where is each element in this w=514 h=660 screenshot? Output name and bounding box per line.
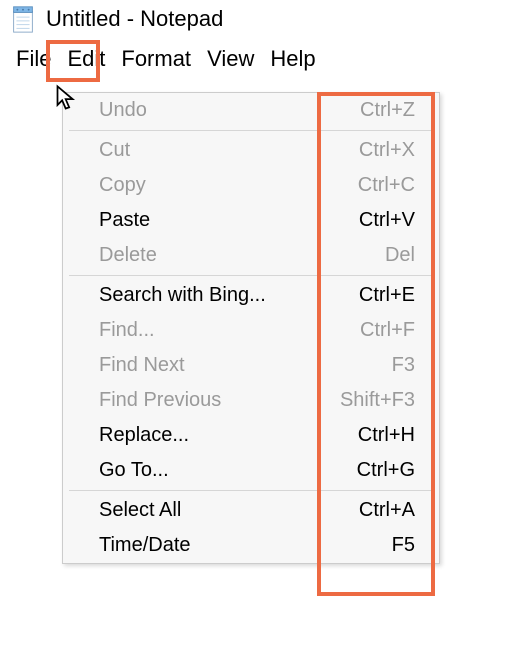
notepad-icon: [8, 4, 38, 34]
menu-delete[interactable]: Delete Del: [63, 238, 439, 273]
menu-item-label: Time/Date: [99, 534, 191, 557]
separator: [69, 130, 433, 131]
menu-find-next[interactable]: Find Next F3: [63, 348, 439, 383]
menu-item-shortcut: F5: [392, 534, 421, 557]
menu-find-previous[interactable]: Find Previous Shift+F3: [63, 383, 439, 418]
menu-bar: File Edit Format View Help: [0, 38, 514, 80]
menu-file[interactable]: File: [8, 42, 59, 76]
menu-undo[interactable]: Undo Ctrl+Z: [63, 93, 439, 128]
separator: [69, 275, 433, 276]
menu-item-label: Find Next: [99, 354, 185, 377]
menu-item-shortcut: Ctrl+X: [359, 139, 421, 162]
menu-item-label: Find Previous: [99, 389, 221, 412]
menu-item-shortcut: Ctrl+H: [358, 424, 421, 447]
menu-item-label: Search with Bing...: [99, 284, 266, 307]
menu-item-label: Undo: [99, 99, 147, 122]
menu-item-label: Go To...: [99, 459, 169, 482]
menu-cut[interactable]: Cut Ctrl+X: [63, 133, 439, 168]
menu-item-shortcut: Ctrl+Z: [360, 99, 421, 122]
menu-item-shortcut: Ctrl+G: [357, 459, 421, 482]
title-bar: Untitled - Notepad: [0, 0, 514, 38]
menu-item-shortcut: Ctrl+E: [359, 284, 421, 307]
menu-replace[interactable]: Replace... Ctrl+H: [63, 418, 439, 453]
menu-item-shortcut: Ctrl+C: [358, 174, 421, 197]
menu-item-label: Cut: [99, 139, 130, 162]
menu-goto[interactable]: Go To... Ctrl+G: [63, 453, 439, 488]
menu-item-label: Paste: [99, 209, 150, 232]
cursor-icon: [54, 84, 82, 118]
menu-edit[interactable]: Edit: [59, 42, 113, 76]
menu-item-label: Copy: [99, 174, 146, 197]
menu-item-shortcut: Ctrl+A: [359, 499, 421, 522]
menu-item-label: Find...: [99, 319, 155, 342]
menu-item-shortcut: Ctrl+F: [360, 319, 421, 342]
menu-item-shortcut: Shift+F3: [340, 389, 421, 412]
menu-view[interactable]: View: [199, 42, 262, 76]
menu-help[interactable]: Help: [262, 42, 323, 76]
menu-item-label: Replace...: [99, 424, 189, 447]
menu-find[interactable]: Find... Ctrl+F: [63, 313, 439, 348]
menu-copy[interactable]: Copy Ctrl+C: [63, 168, 439, 203]
edit-dropdown: Undo Ctrl+Z Cut Ctrl+X Copy Ctrl+C Paste…: [62, 92, 440, 564]
separator: [69, 490, 433, 491]
window-title: Untitled - Notepad: [46, 6, 223, 32]
menu-item-label: Select All: [99, 499, 181, 522]
menu-select-all[interactable]: Select All Ctrl+A: [63, 493, 439, 528]
menu-time-date[interactable]: Time/Date F5: [63, 528, 439, 563]
menu-search-bing[interactable]: Search with Bing... Ctrl+E: [63, 278, 439, 313]
menu-paste[interactable]: Paste Ctrl+V: [63, 203, 439, 238]
menu-item-shortcut: Ctrl+V: [359, 209, 421, 232]
menu-item-shortcut: Del: [385, 244, 421, 267]
menu-item-shortcut: F3: [392, 354, 421, 377]
menu-format[interactable]: Format: [113, 42, 199, 76]
menu-item-label: Delete: [99, 244, 157, 267]
